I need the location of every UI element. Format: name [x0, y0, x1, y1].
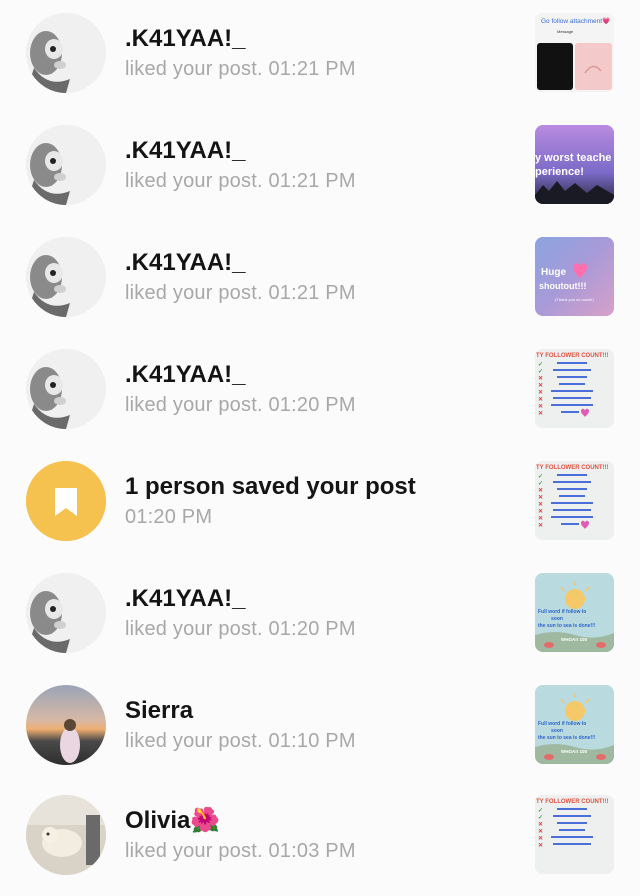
thumb-caption: soon	[551, 728, 563, 734]
svg-text:✕: ✕	[538, 821, 543, 828]
thumb-caption: WHOA!! 100	[561, 637, 587, 642]
svg-text:✕: ✕	[538, 389, 543, 396]
notification-row[interactable]: 1 person saved your post 01:20 PM TY FOL…	[0, 448, 640, 560]
notification-row[interactable]: .K41YAA!_ liked your post. 01:21 PM y wo…	[0, 112, 640, 224]
svg-text:✕: ✕	[538, 828, 543, 835]
svg-text:✕: ✕	[538, 375, 543, 382]
svg-text:✕: ✕	[538, 508, 543, 515]
bookmark-icon	[26, 461, 106, 541]
post-thumbnail[interactable]: Go follow attachment💗 Message	[535, 13, 614, 92]
username[interactable]: Sierra	[125, 697, 525, 725]
thumb-caption: Huge	[541, 267, 566, 278]
thumb-caption: Message	[557, 29, 574, 34]
thumb-caption: (Thank you so much!)	[555, 297, 594, 302]
activity-text: liked your post. 01:21 PM	[125, 58, 356, 80]
post-thumbnail[interactable]: y worst teache perience!	[535, 125, 614, 204]
username[interactable]: .K41YAA!_	[125, 137, 525, 165]
thumb-caption: shoutout!!!	[539, 281, 586, 291]
svg-text:✓: ✓	[538, 815, 543, 821]
bookmark-avatar[interactable]	[26, 461, 106, 541]
post-thumbnail[interactable]: Huge shoutout!!! (Thank you so much!)	[535, 237, 614, 316]
thumb-caption: Full word if follow lo	[538, 609, 586, 615]
svg-text:✓: ✓	[538, 362, 543, 368]
thumb-caption: the sun to sea is done!!!	[538, 735, 596, 741]
notification-row[interactable]: Olivia🌺 liked your post. 01:03 PM TY FOL…	[0, 784, 640, 896]
activity-time: 01:20 PM	[125, 506, 213, 528]
username[interactable]: Olivia🌺	[125, 807, 525, 835]
husky-avatar[interactable]	[26, 349, 106, 429]
sunset-photo-avatar[interactable]	[26, 685, 106, 765]
notification-row[interactable]: .K41YAA!_ liked your post. 01:20 PM TY F…	[0, 336, 640, 448]
username[interactable]: .K41YAA!_	[125, 25, 525, 53]
thumb-caption: TY FOLLOWER COUNT!!!	[536, 465, 609, 471]
activity-text: liked your post. 01:03 PM	[125, 840, 356, 862]
svg-text:✕: ✕	[538, 522, 543, 529]
husky-avatar[interactable]	[26, 573, 106, 653]
svg-text:✓: ✓	[538, 481, 543, 487]
thumb-caption: the sun to sea is done!!!	[538, 623, 596, 629]
svg-text:✕: ✕	[538, 396, 543, 403]
saved-post-title: 1 person saved your post	[125, 473, 416, 500]
svg-text:✕: ✕	[538, 835, 543, 842]
notification-row[interactable]: .K41YAA!_ liked your post. 01:20 PM Full…	[0, 560, 640, 672]
thumb-caption: TY FOLLOWER COUNT!!!	[536, 799, 609, 805]
activity-text: liked your post. 01:21 PM	[125, 282, 356, 304]
svg-text:✕: ✕	[538, 487, 543, 494]
post-thumbnail[interactable]: TY FOLLOWER COUNT!!! ✓ ✓ ✕ ✕ ✕ ✕ ✕ ✕	[535, 349, 614, 428]
username[interactable]: .K41YAA!_	[125, 585, 525, 613]
thumb-caption: soon	[551, 616, 563, 622]
post-thumbnail[interactable]: Full word if follow lo soon the sun to s…	[535, 685, 614, 764]
svg-text:✓: ✓	[538, 369, 543, 375]
post-thumbnail[interactable]: Full word if follow lo soon the sun to s…	[535, 573, 614, 652]
notification-row[interactable]: Sierra liked your post. 01:10 PM Full wo…	[0, 672, 640, 784]
svg-text:✕: ✕	[538, 403, 543, 410]
thumb-caption: y worst teache	[535, 152, 611, 164]
svg-text:✕: ✕	[538, 501, 543, 508]
dog-photo-avatar[interactable]	[26, 795, 106, 875]
svg-text:✕: ✕	[538, 515, 543, 522]
husky-avatar[interactable]	[26, 237, 106, 317]
activity-text: liked your post. 01:10 PM	[125, 730, 356, 752]
thumb-caption: Full word if follow lo	[538, 721, 586, 727]
notification-row[interactable]: .K41YAA!_ liked your post. 01:21 PM Huge…	[0, 224, 640, 336]
husky-avatar[interactable]	[26, 125, 106, 205]
thumb-caption: Go follow attachment💗	[541, 17, 611, 25]
svg-text:✓: ✓	[538, 808, 543, 814]
username[interactable]: .K41YAA!_	[125, 249, 525, 277]
thumb-caption: perience!	[535, 166, 584, 178]
activity-text: liked your post. 01:20 PM	[125, 618, 356, 640]
notification-row[interactable]: .K41YAA!_ liked your post. 01:21 PM Go f…	[0, 0, 640, 112]
activity-text: liked your post. 01:21 PM	[125, 170, 356, 192]
post-thumbnail[interactable]: TY FOLLOWER COUNT!!! ✓ ✓ ✕ ✕ ✕ ✕	[535, 795, 614, 874]
svg-text:✕: ✕	[538, 494, 543, 501]
thumb-caption: TY FOLLOWER COUNT!!!	[536, 353, 609, 359]
svg-text:✕: ✕	[538, 842, 543, 849]
post-thumbnail[interactable]: TY FOLLOWER COUNT!!! ✓ ✓ ✕ ✕ ✕ ✕ ✕ ✕	[535, 461, 614, 540]
svg-text:✕: ✕	[538, 382, 543, 389]
svg-text:✕: ✕	[538, 410, 543, 417]
thumb-caption: WHOA!! 100	[561, 749, 587, 754]
activity-text: liked your post. 01:20 PM	[125, 394, 356, 416]
username[interactable]: .K41YAA!_	[125, 361, 525, 389]
svg-text:✓: ✓	[538, 474, 543, 480]
husky-avatar[interactable]	[26, 13, 106, 93]
